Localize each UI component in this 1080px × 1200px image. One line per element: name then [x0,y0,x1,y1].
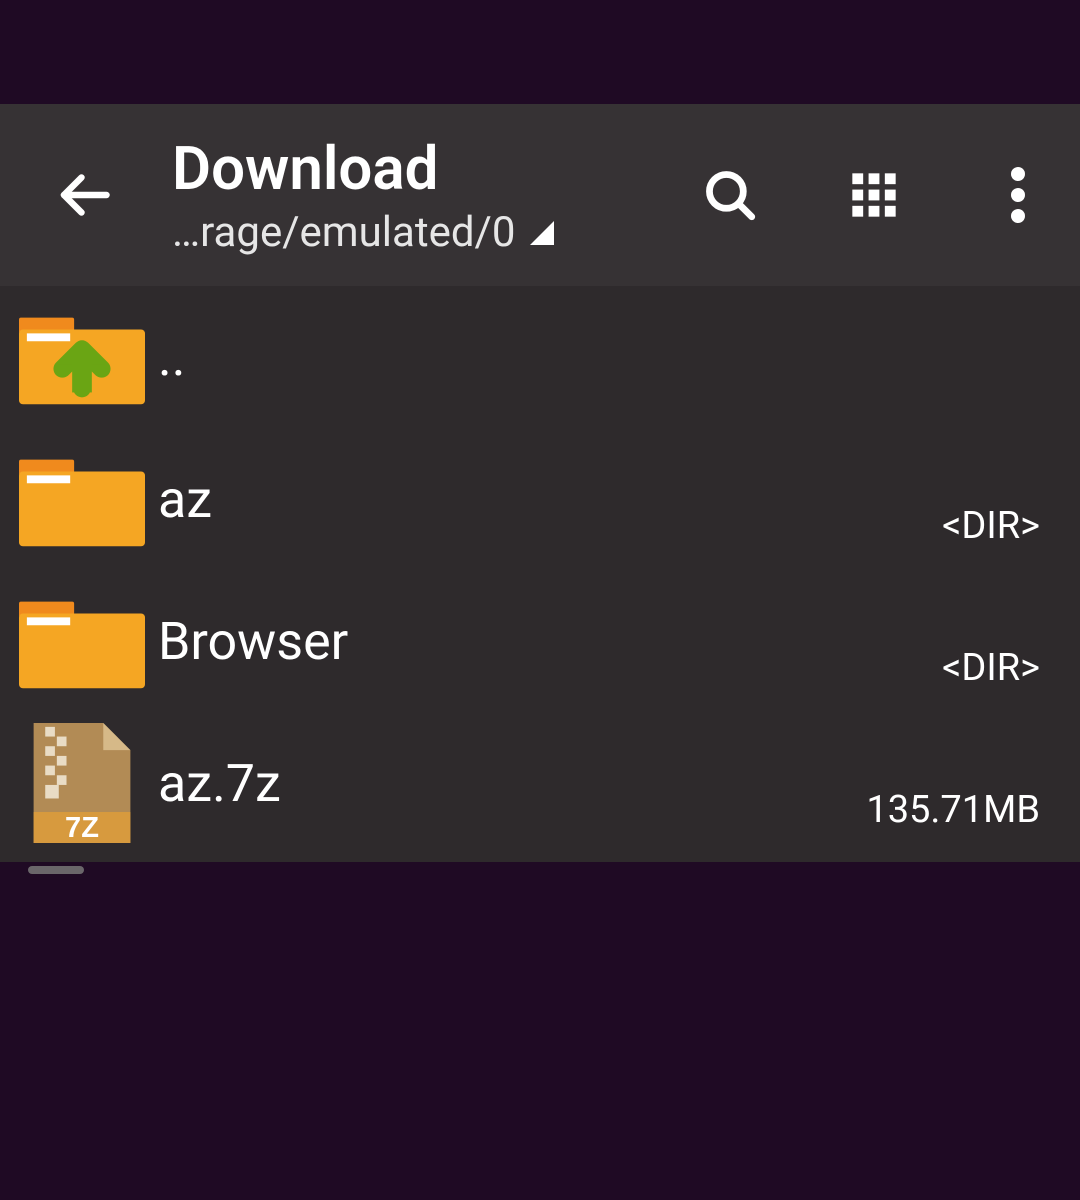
file-list: .. az <DIR> Browser <DIR> [0,286,1080,862]
item-meta: <DIR> [942,504,1040,552]
folder-icon [19,451,145,547]
scroll-indicator [28,866,84,874]
dropdown-icon[interactable] [530,221,554,245]
overflow-icon [1011,167,1025,223]
svg-text:7Z: 7Z [65,812,99,843]
list-item[interactable]: az <DIR> [0,428,1080,570]
title-block[interactable]: Download …rage/emulated/0 [172,133,674,257]
folder-up-icon [19,309,145,405]
archive-7z-icon: 7Z [32,723,132,843]
item-name: .. [158,327,1040,388]
item-name: az [158,469,942,530]
empty-area [0,874,1080,1174]
toolbar: Download …rage/emulated/0 [0,104,1080,286]
list-item-up[interactable]: .. [0,286,1080,428]
page-title: Download [172,133,674,204]
status-bar [0,0,1080,104]
back-button[interactable] [44,165,124,225]
item-name: az.7z [158,753,866,814]
page-path: …rage/emulated/0 [172,208,516,257]
list-item[interactable]: Browser <DIR> [0,570,1080,712]
item-meta: <DIR> [942,646,1040,694]
folder-icon [19,593,145,689]
more-button[interactable] [986,163,1050,227]
search-icon [701,166,759,224]
list-item[interactable]: 7Z az.7z 135.71MB [0,712,1080,854]
search-button[interactable] [698,163,762,227]
grid-view-button[interactable] [842,163,906,227]
arrow-back-icon [54,165,114,225]
item-name: Browser [158,611,942,672]
grid-icon [848,169,900,221]
item-meta: 135.71MB [866,788,1040,836]
